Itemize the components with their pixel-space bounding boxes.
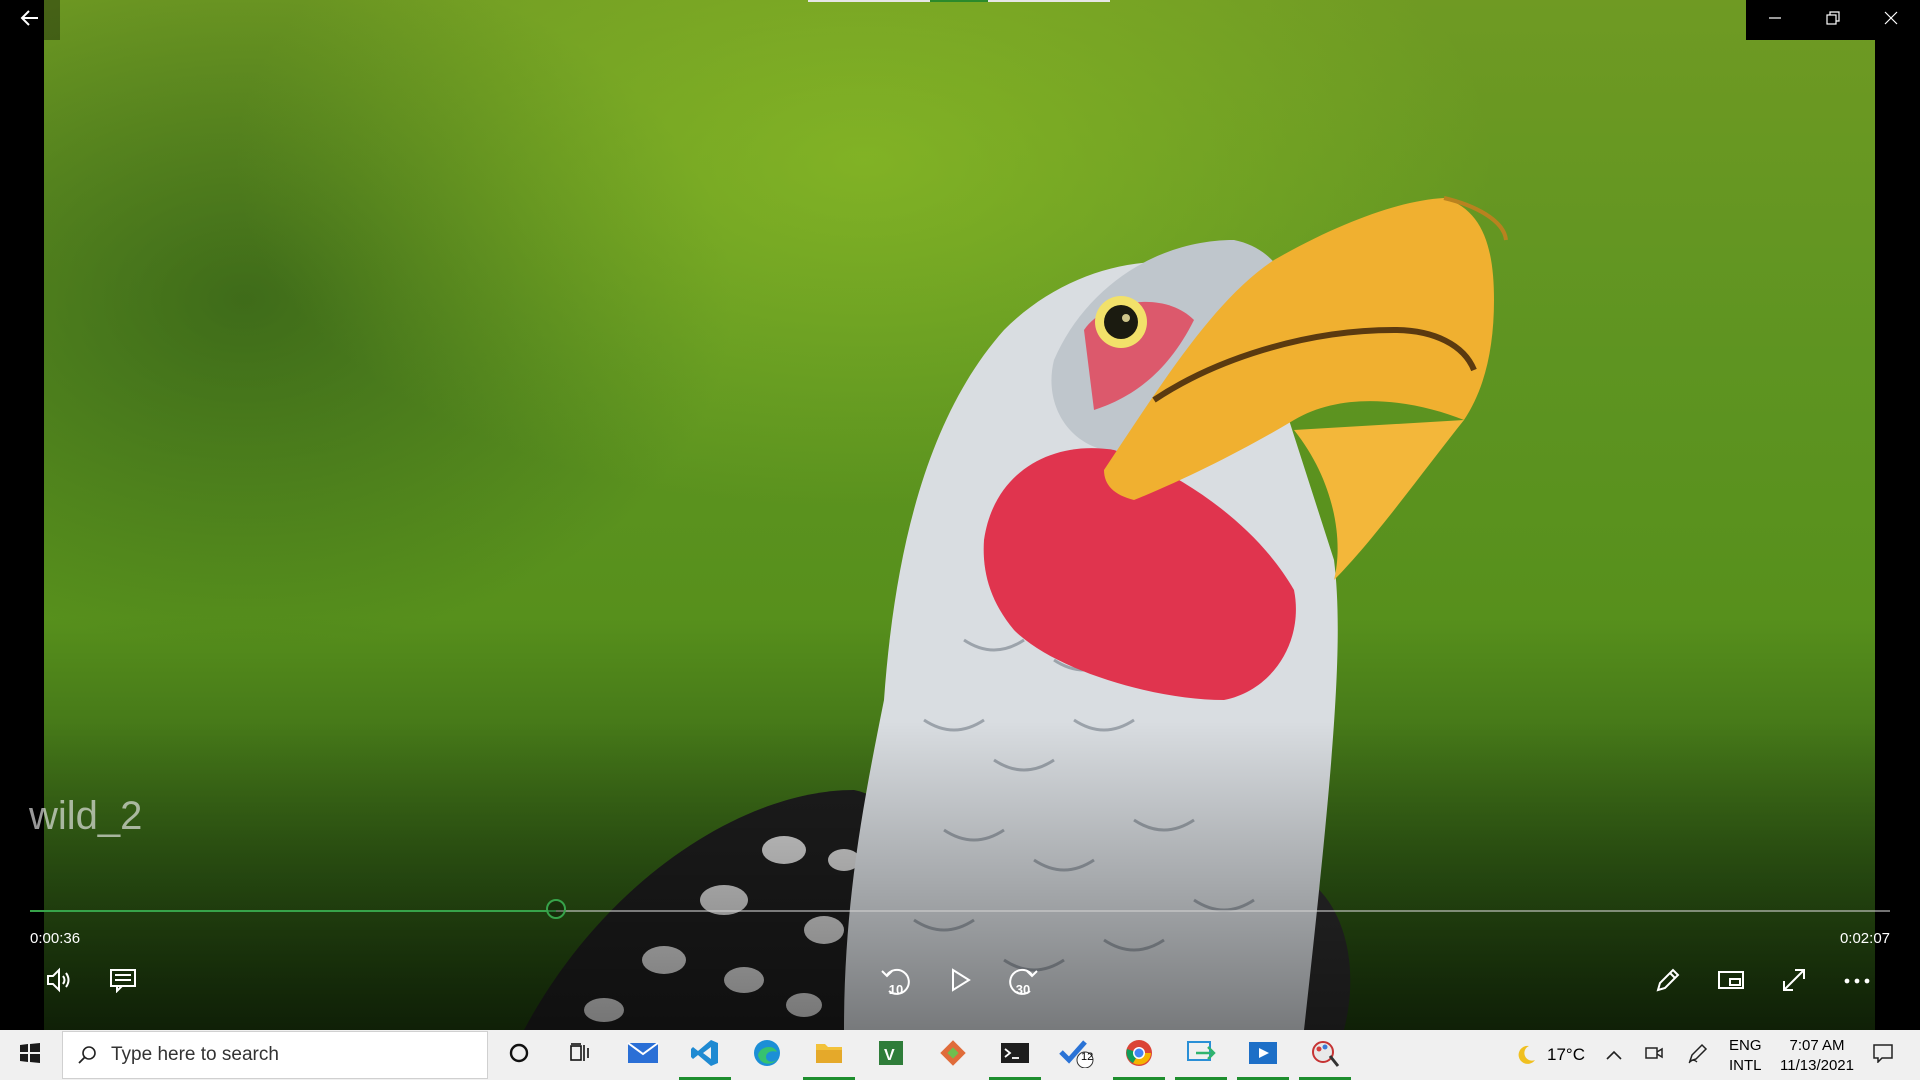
file-explorer-app[interactable] [800, 1030, 858, 1080]
seek-bar[interactable] [30, 899, 1890, 919]
edge-icon [752, 1038, 782, 1073]
show-hidden-icons-button[interactable] [1596, 1030, 1632, 1080]
notification-icon [1872, 1043, 1894, 1068]
subtitles-icon [108, 967, 138, 998]
close-icon [1884, 11, 1898, 30]
git-icon [939, 1039, 967, 1072]
volume-icon [45, 967, 75, 998]
input-language[interactable]: ENG INTL [1729, 1036, 1762, 1076]
vscode-icon [690, 1038, 720, 1073]
pen-icon [1687, 1042, 1709, 1069]
svg-text:V: V [884, 1047, 895, 1064]
keyboard-layout: INTL [1729, 1057, 1762, 1074]
skip-back-button[interactable]: 10 [874, 960, 918, 1004]
subtitles-button[interactable] [101, 960, 145, 1004]
cortana-button[interactable] [490, 1030, 548, 1080]
camera-icon [1644, 1044, 1664, 1067]
weather-widget[interactable]: 17°C [1500, 1030, 1600, 1080]
fullscreen-button[interactable] [1772, 960, 1816, 1004]
skip-forward-seconds: 30 [1015, 982, 1031, 997]
edit-pencil-icon [1654, 966, 1682, 999]
play-icon [947, 967, 973, 998]
task-view-icon [568, 1042, 592, 1069]
mail-app[interactable] [614, 1030, 672, 1080]
visio-icon: V [877, 1039, 905, 1072]
skip-back-seconds: 10 [888, 982, 904, 997]
seek-thumb[interactable] [546, 899, 566, 919]
clock-date: 11/13/2021 [1780, 1057, 1854, 1074]
start-button[interactable] [0, 1030, 60, 1080]
seek-progress [30, 910, 556, 912]
search-icon [77, 1045, 97, 1065]
weather-temperature: 17°C [1547, 1045, 1585, 1064]
todo-app[interactable]: 12 [1048, 1030, 1106, 1080]
git-app[interactable] [924, 1030, 982, 1080]
terminal-app[interactable] [986, 1030, 1044, 1080]
snip-icon [1186, 1039, 1216, 1072]
video-title: wild_2 [29, 794, 143, 838]
taskbar: Type here to search V 12 17°C ENG INTL 7… [0, 1030, 1920, 1080]
back-button[interactable] [0, 0, 60, 40]
file-explorer-icon [814, 1040, 844, 1071]
chrome-icon [1124, 1038, 1154, 1073]
movies-tv-app[interactable] [1234, 1030, 1292, 1080]
meet-now-button[interactable] [1636, 1030, 1672, 1080]
paint-app[interactable] [1296, 1030, 1354, 1080]
volume-button[interactable] [38, 960, 82, 1004]
cortana-icon [508, 1042, 530, 1069]
snip-app[interactable] [1172, 1030, 1230, 1080]
edit-button[interactable] [1646, 960, 1690, 1004]
visio-app[interactable]: V [862, 1030, 920, 1080]
skip-forward-button[interactable]: 30 [1001, 960, 1045, 1004]
restore-icon [1826, 10, 1840, 30]
chevron-up-icon [1606, 1045, 1622, 1065]
title-bar-drag-handle[interactable] [808, 0, 1110, 2]
todo-badge: 12 [1081, 1051, 1094, 1063]
chrome-app[interactable] [1110, 1030, 1168, 1080]
search-placeholder: Type here to search [111, 1044, 279, 1065]
search-box[interactable]: Type here to search [62, 1031, 488, 1079]
windows-logo-icon [19, 1042, 41, 1069]
terminal-icon [1000, 1041, 1030, 1070]
restore-button[interactable] [1804, 0, 1862, 40]
clock[interactable]: 7:07 AM 11/13/2021 [1780, 1036, 1854, 1076]
back-arrow-icon [20, 9, 40, 32]
video-shade [44, 0, 1875, 1030]
pen-workspace-button[interactable] [1680, 1030, 1716, 1080]
mail-icon [627, 1041, 659, 1070]
total-duration: 0:02:07 [1839, 930, 1890, 947]
close-button[interactable] [1862, 0, 1920, 40]
elapsed-time: 0:00:36 [30, 930, 81, 947]
moon-icon [1515, 1044, 1537, 1066]
edge-app[interactable] [738, 1030, 796, 1080]
minimize-button[interactable] [1746, 0, 1804, 40]
movies-tv-icon [1248, 1040, 1278, 1071]
window-controls [1746, 0, 1920, 40]
minimize-icon [1768, 11, 1782, 30]
notifications-button[interactable] [1858, 1030, 1908, 1080]
more-options-button[interactable] [1835, 960, 1879, 1004]
task-view-button[interactable] [551, 1030, 609, 1080]
mini-view-button[interactable] [1709, 960, 1753, 1004]
paint-icon [1310, 1038, 1340, 1073]
clock-time: 7:07 AM [1789, 1037, 1845, 1054]
fullscreen-icon [1781, 967, 1807, 998]
language-code: ENG [1729, 1037, 1762, 1054]
vscode-app[interactable] [676, 1030, 734, 1080]
play-button[interactable] [938, 960, 982, 1004]
more-options-icon [1844, 973, 1870, 991]
video-frame[interactable] [44, 0, 1875, 1030]
mini-view-icon [1716, 968, 1746, 997]
